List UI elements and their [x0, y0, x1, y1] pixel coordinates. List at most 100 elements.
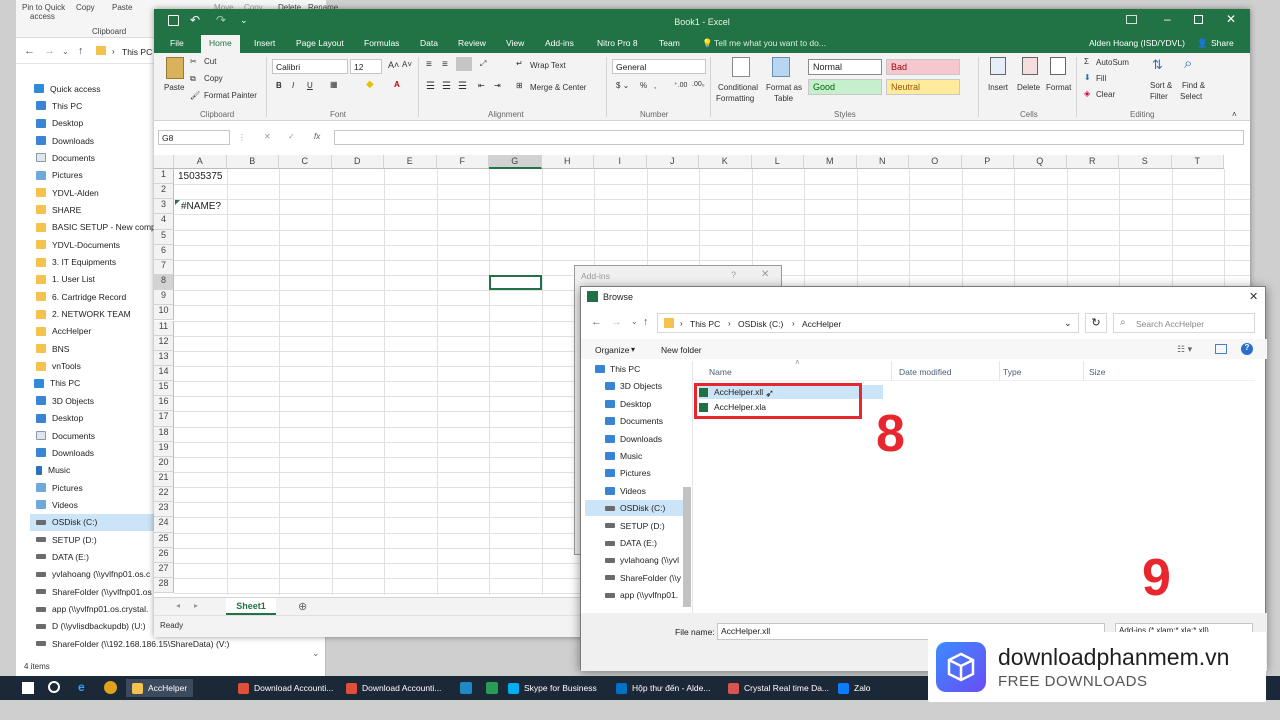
pinned-app-icon[interactable] [460, 682, 472, 694]
windows-start-icon[interactable] [22, 682, 34, 694]
copy-button[interactable]: Copy [204, 74, 223, 83]
address-path[interactable]: This PC [122, 47, 152, 57]
tab-home[interactable]: Home [201, 35, 240, 53]
tree-item[interactable]: SETUP (D:) [605, 518, 665, 534]
nav-item[interactable]: 3D Objects [36, 392, 94, 409]
row-header[interactable]: 26 [154, 547, 174, 563]
tab-nitro-pro[interactable]: Nitro Pro 8 [597, 38, 638, 48]
ribbon-display-icon[interactable] [1126, 15, 1137, 24]
autosum-button[interactable]: AutoSum [1096, 58, 1129, 67]
tab-add-ins[interactable]: Add-ins [545, 38, 574, 48]
prev-sheet-icon[interactable]: ◂ [176, 601, 180, 610]
comma-icon[interactable]: , [654, 81, 656, 90]
font-color-icon[interactable]: A [394, 80, 400, 89]
number-format-select[interactable]: General [612, 59, 706, 74]
nav-item[interactable]: vnTools [36, 358, 81, 375]
row-header[interactable]: 17 [154, 411, 174, 427]
delete-cells-button[interactable]: Delete [1017, 83, 1040, 92]
breadcrumb-osdisk[interactable]: OSDisk (C:) [738, 319, 783, 329]
insert-function-icon[interactable]: fx [314, 132, 320, 141]
clear-button[interactable]: Clear [1096, 90, 1115, 99]
column-header[interactable]: G [489, 155, 542, 169]
column-name[interactable]: Name [709, 367, 732, 377]
row-header[interactable]: 5 [154, 229, 174, 245]
pin-quick-access-button[interactable]: Pin to Quick [22, 3, 65, 12]
nav-item[interactable]: BASIC SETUP - New comp [36, 219, 156, 236]
share-button[interactable]: Share [1211, 38, 1234, 48]
search-icon[interactable] [48, 681, 60, 693]
nav-item[interactable]: AccHelper [36, 323, 91, 340]
row-header[interactable]: 13 [154, 350, 174, 366]
nav-item[interactable]: ShareFolder (\\yvlfnp01.os [36, 583, 152, 600]
align-top-icon[interactable]: ≡ [426, 59, 432, 70]
nav-item[interactable]: Documents [36, 149, 95, 166]
increase-indent-icon[interactable]: ⇥ [494, 81, 501, 90]
next-sheet-icon[interactable]: ▸ [194, 601, 198, 610]
tree-item[interactable]: Desktop [605, 396, 651, 412]
row-header[interactable]: 27 [154, 562, 174, 579]
nav-item[interactable]: 2. NETWORK TEAM [36, 306, 131, 323]
nav-item[interactable]: D (\\yvlisdbackupdb) (U:) [36, 618, 146, 635]
tree-item[interactable]: Pictures [605, 465, 651, 481]
row-header[interactable]: 8 [154, 275, 174, 291]
tree-item[interactable]: This PC [595, 361, 640, 377]
forward-arrow-icon[interactable]: → [44, 45, 55, 57]
column-type[interactable]: Type [1003, 367, 1021, 377]
row-header[interactable]: 4 [154, 214, 174, 230]
nav-item[interactable]: SHARE [36, 201, 81, 218]
nav-item[interactable]: 1. User List [36, 271, 95, 288]
column-header[interactable]: L [751, 155, 804, 169]
tree-item[interactable]: Downloads [605, 431, 662, 447]
row-header[interactable]: 9 [154, 290, 174, 306]
row-header[interactable]: 23 [154, 502, 174, 518]
back-arrow-icon[interactable]: ← [591, 316, 602, 328]
address-dropdown-icon[interactable]: ⌄ [1064, 318, 1072, 329]
row-header[interactable]: 25 [154, 532, 174, 548]
row-header[interactable]: 11 [154, 320, 174, 336]
align-middle-icon[interactable]: ≡ [442, 59, 448, 70]
breadcrumb-acchelper[interactable]: AccHelper [802, 319, 841, 329]
fill-button[interactable]: Fill [1096, 74, 1106, 83]
align-left-icon[interactable]: ☰ [426, 81, 435, 92]
column-size[interactable]: Size [1089, 367, 1106, 377]
row-header[interactable]: 2 [154, 184, 174, 200]
formula-input[interactable] [334, 130, 1244, 145]
currency-icon[interactable]: $ ⌄ [616, 81, 629, 90]
decrease-decimal-icon[interactable]: .00₀ [692, 81, 705, 88]
pinned-app-icon[interactable] [486, 682, 498, 694]
tab-insert[interactable]: Insert [254, 38, 275, 48]
borders-icon[interactable]: ▦ [330, 80, 338, 89]
tree-item[interactable]: OSDisk (C:) [585, 500, 689, 517]
taskbar-app[interactable]: Skype for Business [508, 679, 597, 697]
preview-pane-icon[interactable] [1215, 344, 1227, 354]
cancel-entry-icon[interactable]: ✕ [264, 132, 271, 141]
collapse-ribbon-icon[interactable]: ˄ [1232, 110, 1237, 119]
select-all-corner[interactable] [154, 155, 174, 169]
font-name-select[interactable]: Calibri [272, 59, 348, 74]
tree-item[interactable]: app (\\yvlfnp01. [605, 587, 678, 603]
wrap-text-button[interactable]: Wrap Text [530, 61, 566, 70]
row-header[interactable]: 7 [154, 259, 174, 276]
tree-item[interactable]: DATA (E:) [605, 535, 657, 551]
paste-button[interactable]: Paste [164, 83, 184, 92]
tree-item[interactable]: ShareFolder (\\y [605, 570, 681, 586]
tab-view[interactable]: View [506, 38, 524, 48]
confirm-entry-icon[interactable]: ✓ [288, 132, 295, 141]
add-sheet-icon[interactable]: ⊕ [298, 600, 307, 613]
column-header[interactable]: D [331, 155, 384, 169]
tree-item[interactable]: Videos [605, 483, 646, 499]
row-header[interactable]: 1 [154, 169, 174, 185]
up-arrow-icon[interactable]: ↑ [643, 316, 649, 328]
style-good[interactable]: Good [808, 79, 882, 95]
column-header[interactable]: R [1066, 155, 1119, 169]
column-header[interactable]: B [226, 155, 279, 169]
column-header[interactable]: O [909, 155, 962, 169]
tab-file[interactable]: File [170, 38, 184, 48]
column-header[interactable]: T [1171, 155, 1224, 169]
conditional-formatting-button[interactable]: Conditional [718, 83, 758, 92]
search-box[interactable]: ⌕ Search AccHelper [1113, 313, 1255, 333]
row-header[interactable]: 28 [154, 578, 174, 594]
nav-item[interactable]: SETUP (D:) [36, 531, 97, 548]
taskbar-app[interactable]: AccHelper [126, 679, 194, 697]
row-header[interactable]: 22 [154, 487, 174, 503]
